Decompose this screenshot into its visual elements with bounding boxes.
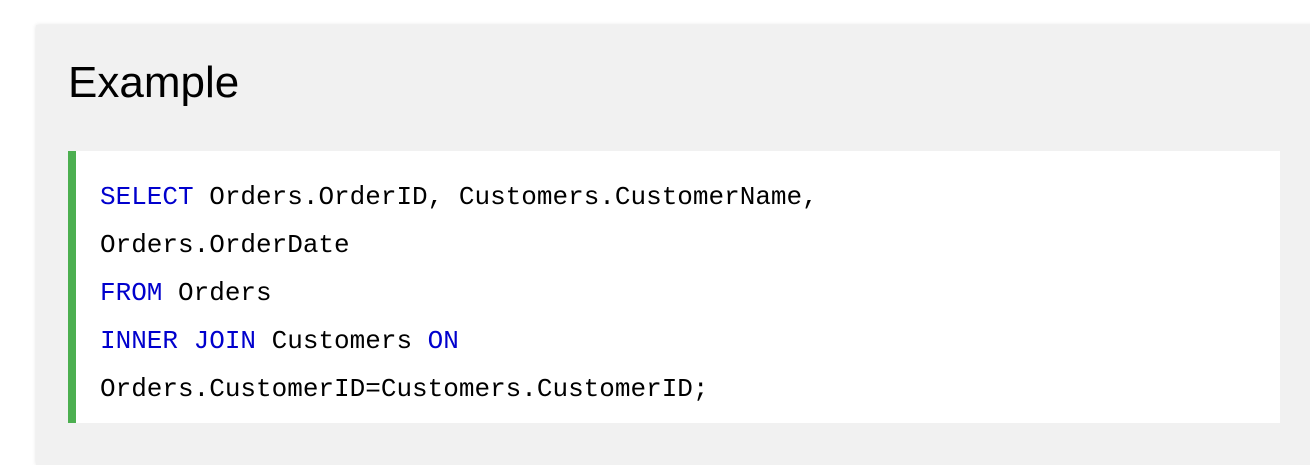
- code-text: Orders: [162, 278, 272, 308]
- example-title: Example: [68, 58, 240, 107]
- sql-keyword-from: FROM: [100, 278, 163, 308]
- code-line-select-continued: Orders.OrderDate: [100, 221, 1280, 269]
- code-text: Orders.OrderDate: [100, 230, 350, 260]
- sql-keyword-inner-join: INNER JOIN: [100, 326, 257, 356]
- code-line-select: SELECT Orders.OrderID, Customers.Custome…: [100, 173, 1280, 221]
- code-line-join: INNER JOIN Customers ON: [100, 317, 1280, 365]
- code-text: Customers: [256, 326, 428, 356]
- sql-code-block: SELECT Orders.OrderID, Customers.Custome…: [68, 151, 1280, 423]
- sql-keyword-on: ON: [427, 326, 459, 356]
- code-text: Orders.CustomerID=Customers.CustomerID;: [100, 374, 709, 404]
- code-text: Orders.OrderID, Customers.CustomerName,: [193, 182, 818, 212]
- code-line-join-condition: Orders.CustomerID=Customers.CustomerID;: [100, 365, 1280, 413]
- sql-keyword-select: SELECT: [100, 182, 194, 212]
- example-panel: Example SELECT Orders.OrderID, Customers…: [36, 25, 1310, 465]
- code-line-from: FROM Orders: [100, 269, 1280, 317]
